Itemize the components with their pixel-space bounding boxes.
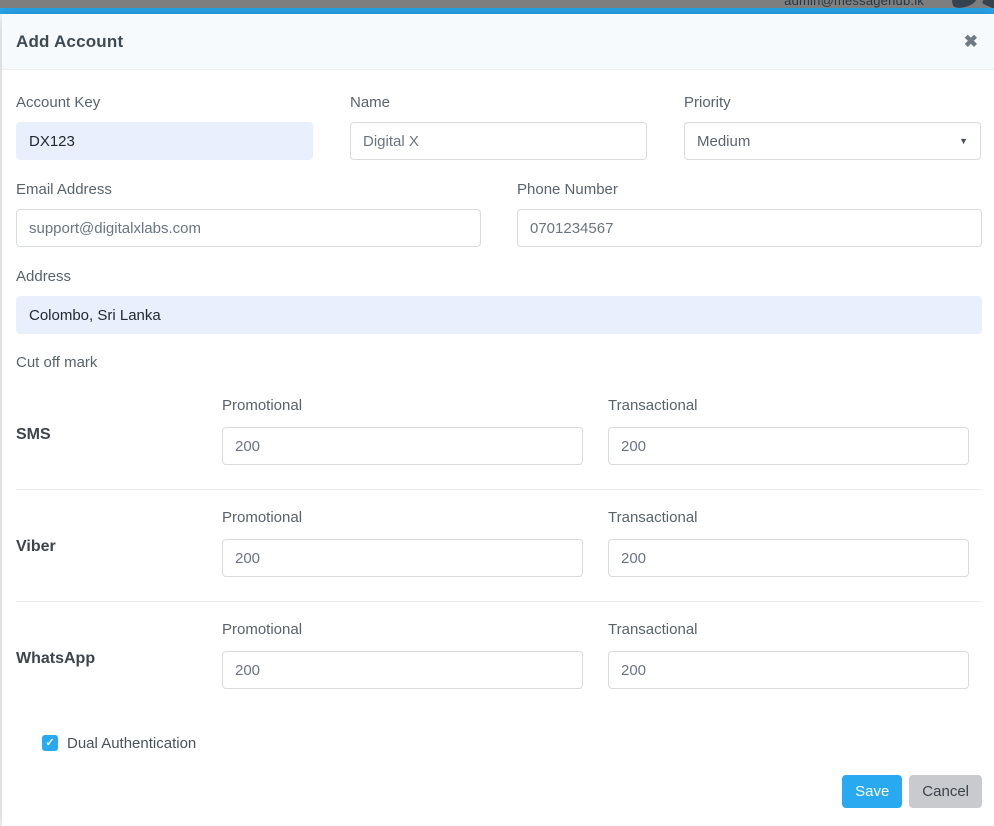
priority-label: Priority [684,94,731,111]
cutoff-row-viber: Viber Promotional Transactional [16,490,982,601]
priority-selected-value: Medium [697,132,751,150]
viber-promotional-cell: Promotional [222,509,583,577]
checkmark-icon: ✓ [45,736,55,749]
viber-transactional-cell: Transactional [608,509,969,577]
whatsapp-promotional-cell: Promotional [222,621,583,689]
user-email: admin@messagehub.lk [784,0,924,8]
email-group: Email Address [16,181,481,247]
name-group: Name [350,94,647,160]
email-label: Email Address [16,181,112,198]
whatsapp-transactional-cell: Transactional [608,621,969,689]
sms-transactional-input[interactable] [608,427,969,465]
promotional-label: Promotional [222,397,303,414]
phone-label: Phone Number [517,181,618,198]
name-label: Name [350,94,391,111]
viber-transactional-input[interactable] [608,539,969,577]
navbar-edge-icon [981,0,994,8]
sms-promotional-input[interactable] [222,427,583,465]
account-key-label: Account Key [16,94,101,111]
modal-body: Account Key Name Priority Medium ▼ [2,70,994,824]
cutoff-section-label: Cut off mark [16,354,98,371]
account-key-input[interactable] [16,122,313,160]
cancel-button[interactable]: Cancel [909,775,982,808]
dual-auth-row: ✓ Dual Authentication [42,731,982,755]
cutoff-row-sms: SMS Promotional Transactional [16,371,982,489]
transactional-label: Transactional [608,621,698,638]
chevron-down-icon: ▼ [959,136,968,146]
address-label: Address [16,268,72,285]
sms-transactional-cell: Transactional [608,397,969,465]
modal-title: Add Account [16,31,124,51]
save-button[interactable]: Save [842,775,903,808]
whatsapp-transactional-input[interactable] [608,651,969,689]
transactional-label: Transactional [608,397,698,414]
phone-input[interactable] [517,209,982,247]
add-account-modal: Add Account ✖ Account Key Name Priority … [2,14,994,826]
promotional-label: Promotional [222,509,303,526]
channel-label-whatsapp: WhatsApp [16,650,96,667]
sms-promotional-cell: Promotional [222,397,583,465]
modal-footer: Save Cancel [16,775,982,808]
promotional-label: Promotional [222,621,303,638]
channel-label-viber: Viber [16,538,56,555]
address-input[interactable] [16,296,982,334]
dual-auth-label: Dual Authentication [67,734,197,752]
modal-header: Add Account ✖ [2,14,994,70]
cutoff-row-whatsapp: WhatsApp Promotional Transactional [16,602,982,713]
moon-icon [950,0,979,8]
dual-auth-checkbox[interactable]: ✓ [42,735,58,751]
dimmed-navbar: admin@messagehub.lk [0,0,994,8]
viber-promotional-input[interactable] [222,539,583,577]
email-input[interactable] [16,209,481,247]
account-key-group: Account Key [16,94,313,160]
transactional-label: Transactional [608,509,698,526]
phone-group: Phone Number [517,181,982,247]
form-row-2: Email Address Phone Number [16,181,982,247]
form-row-1: Account Key Name Priority Medium ▼ [16,94,982,160]
close-icon[interactable]: ✖ [964,33,978,50]
page-backdrop: admin@messagehub.lk Add Account ✖ Accoun… [0,0,994,826]
priority-group: Priority Medium ▼ [684,94,981,160]
channel-label-sms: SMS [16,426,51,443]
name-input[interactable] [350,122,647,160]
address-group: Address [16,268,982,334]
priority-select[interactable]: Medium ▼ [684,122,981,160]
whatsapp-promotional-input[interactable] [222,651,583,689]
